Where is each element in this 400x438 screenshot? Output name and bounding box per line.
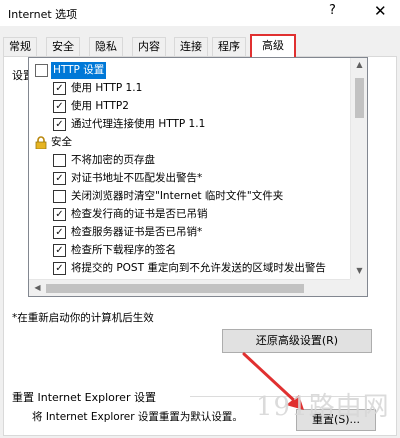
reset-group-label: 重置 Internet Explorer 设置 — [12, 391, 156, 404]
scrollbar-corner — [350, 279, 367, 296]
help-button[interactable]: ? — [329, 3, 336, 18]
page-icon — [35, 64, 48, 77]
tab-programs[interactable]: 程序 — [212, 37, 246, 56]
settings-listbox[interactable]: ✓启用 DOM 存储✓将提交的 POST 重定向到不允许发送的区域时发出警告✓检… — [28, 57, 368, 297]
window-title: Internet 选项 — [8, 8, 78, 21]
option-label: 使用 HTTP2 — [71, 100, 129, 112]
lock-icon — [35, 136, 48, 150]
reset-description: 将 Internet Explorer 设置重置为默认设置。 — [32, 411, 243, 423]
checkbox-checked[interactable]: ✓ — [53, 118, 66, 131]
option-label: 检查所下载程序的签名 — [71, 244, 176, 256]
restore-advanced-settings-button[interactable]: 还原高级设置(R) — [222, 329, 372, 353]
watermark: 191路由网 — [256, 392, 390, 422]
tab-general[interactable]: 常规 — [3, 37, 37, 56]
checkbox-checked[interactable]: ✓ — [53, 262, 66, 275]
checkbox-checked[interactable]: ✓ — [53, 244, 66, 257]
tab-content[interactable]: 内容 — [132, 37, 166, 56]
category-label: 安全 — [51, 136, 72, 148]
horizontal-scrollbar[interactable]: ◀ ▶ — [29, 279, 367, 296]
title-bar: Internet 选项 ? ✕ — [0, 0, 400, 26]
option-label: 通过代理连接使用 HTTP 1.1 — [71, 118, 206, 130]
scroll-left-icon[interactable]: ◀ — [29, 283, 46, 292]
tab-advanced[interactable]: 高级 — [250, 34, 296, 57]
checkbox-checked[interactable]: ✓ — [53, 82, 66, 95]
checkbox-checked[interactable]: ✓ — [53, 208, 66, 221]
checkbox-checked[interactable]: ✓ — [53, 172, 66, 185]
scroll-down-icon[interactable]: ▼ — [351, 266, 367, 275]
tab-connections[interactable]: 连接 — [174, 37, 208, 56]
tab-security[interactable]: 安全 — [46, 37, 80, 56]
horizontal-scroll-thumb[interactable] — [46, 284, 304, 293]
restart-note: *在重新启动你的计算机后生效 — [12, 312, 154, 324]
checkbox-unchecked[interactable] — [53, 190, 66, 203]
option-label: 检查发行商的证书是否已吊销 — [71, 208, 208, 220]
option-label: 关闭浏览器时清空"Internet 临时文件"文件夹 — [71, 190, 284, 202]
scroll-up-icon[interactable]: ▲ — [351, 60, 367, 69]
option-label: 使用 HTTP 1.1 — [71, 82, 143, 94]
category-label: HTTP 设置 — [51, 62, 107, 79]
option-label: 将提交的 POST 重定向到不允许发送的区域时发出警告 — [71, 262, 326, 274]
checkbox-checked[interactable]: ✓ — [53, 226, 66, 239]
vertical-scroll-thumb[interactable] — [355, 78, 364, 118]
option-label: 检查服务器证书是否已吊销* — [71, 226, 203, 238]
tab-privacy[interactable]: 隐私 — [89, 37, 123, 56]
close-button[interactable]: ✕ — [374, 2, 387, 20]
checkbox-unchecked[interactable] — [53, 154, 66, 167]
option-label: 不将加密的页存盘 — [71, 154, 155, 166]
option-label: 对证书地址不匹配发出警告* — [71, 172, 203, 184]
vertical-scrollbar[interactable]: ▲ ▼ — [350, 58, 367, 280]
checkbox-checked[interactable]: ✓ — [53, 100, 66, 113]
